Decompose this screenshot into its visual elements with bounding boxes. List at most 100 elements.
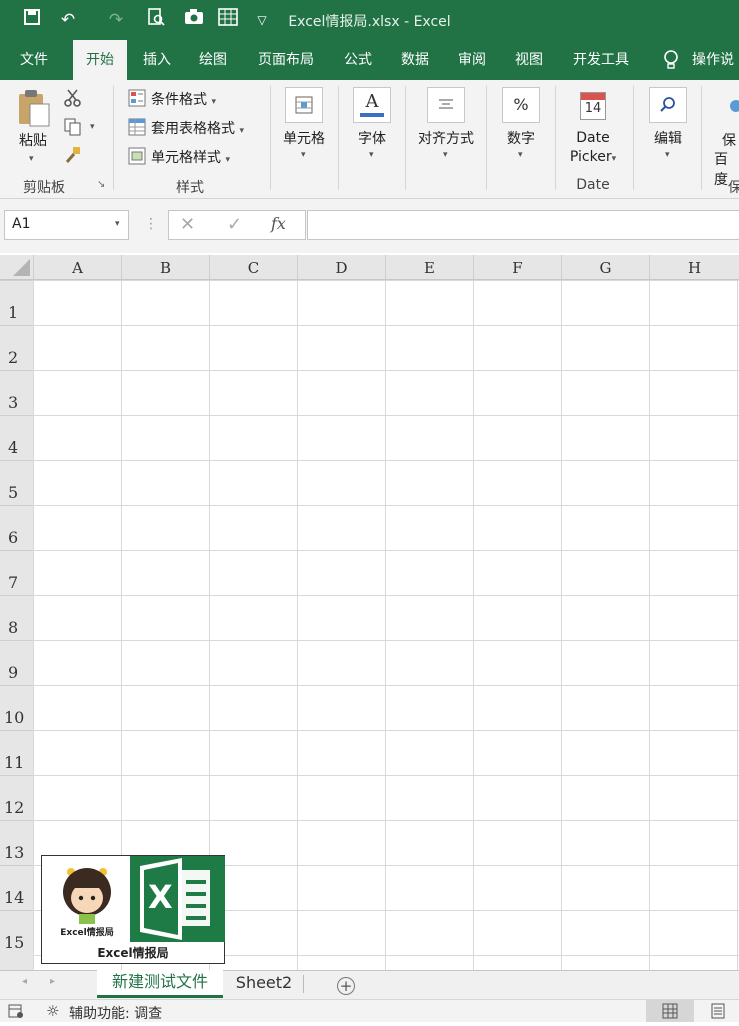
number-button[interactable]: 数字 xyxy=(497,128,545,148)
print-preview-icon[interactable] xyxy=(144,8,168,32)
number-format-icon[interactable]: % xyxy=(502,87,540,123)
alignment-icon[interactable] xyxy=(427,87,465,123)
calendar-icon[interactable]: 14 xyxy=(580,92,606,120)
row-header-12[interactable]: 12 xyxy=(0,775,33,820)
paste-dropdown-icon[interactable]: ▾ xyxy=(29,154,34,164)
alignment-button[interactable]: 对齐方式 xyxy=(412,128,480,148)
group-divider xyxy=(405,86,406,190)
customize-toolbar-icon[interactable]: ▽ xyxy=(250,8,274,32)
sheet-tab-active[interactable]: 新建测试文件 xyxy=(97,970,223,998)
row-header-3[interactable]: 3 xyxy=(0,370,33,415)
row-header-7[interactable]: 7 xyxy=(0,550,33,595)
row-header-15[interactable]: 15 xyxy=(0,910,33,970)
tab-home[interactable]: 开始 xyxy=(73,40,127,80)
conditional-format-icon xyxy=(128,89,148,107)
accessibility-status[interactable]: 辅助功能: 调查 xyxy=(69,1003,162,1023)
undo-icon[interactable]: ↶ xyxy=(56,8,80,32)
copy-dropdown-icon[interactable]: ▾ xyxy=(90,122,95,132)
cells-dropdown-icon[interactable]: ▾ xyxy=(301,150,306,160)
logo-caption: Excel情报局 xyxy=(97,946,169,960)
cancel-icon[interactable]: ✕ xyxy=(180,214,195,235)
row-header-6[interactable]: 6 xyxy=(0,505,33,550)
tab-draw[interactable]: 绘图 xyxy=(188,40,238,80)
tab-developer[interactable]: 开发工具 xyxy=(562,40,640,80)
date-picker-line1[interactable]: Date xyxy=(562,130,624,146)
scissors-icon[interactable] xyxy=(63,88,83,108)
cloud-save-icon[interactable] xyxy=(726,94,739,118)
row-header-13[interactable]: 13 xyxy=(0,820,33,865)
font-button[interactable]: 字体 xyxy=(348,128,396,148)
row-header-4[interactable]: 4 xyxy=(0,415,33,460)
row-header-14[interactable]: 14 xyxy=(0,865,33,910)
formula-controls: ✕ ✓ fx xyxy=(168,210,306,240)
insert-function-icon[interactable]: fx xyxy=(271,214,286,233)
cells-icon[interactable] xyxy=(285,87,323,123)
date-picker-button[interactable]: Picker▾ xyxy=(562,149,624,165)
redo-icon[interactable]: ↷ xyxy=(104,8,128,32)
normal-view-icon[interactable] xyxy=(646,1000,694,1022)
format-painter-icon[interactable] xyxy=(63,145,83,165)
save-icon[interactable] xyxy=(20,8,44,32)
editing-button[interactable]: 编辑 xyxy=(644,128,692,148)
row-header-5[interactable]: 5 xyxy=(0,460,33,505)
alignment-dropdown-icon[interactable]: ▾ xyxy=(443,150,448,160)
tab-page-layout[interactable]: 页面布局 xyxy=(248,40,324,80)
tell-me-search[interactable]: 操作说 xyxy=(692,40,739,80)
add-sheet-icon[interactable]: + xyxy=(337,977,355,995)
column-header-f[interactable]: F xyxy=(473,255,561,279)
lightbulb-icon[interactable] xyxy=(660,40,682,80)
extra-line1[interactable]: 保 xyxy=(722,130,736,150)
row-header-1[interactable]: 1 xyxy=(0,280,33,325)
accessibility-icon[interactable]: ☼ xyxy=(46,1002,59,1020)
cell-styles-button[interactable]: 单元格样式 ▾ xyxy=(151,147,230,167)
formula-input[interactable] xyxy=(307,210,739,240)
ribbon-home: 粘贴 ▾ ▾ 剪贴板 ↘ 条件格式 ▾ 套用表格格式 ▾ 单元格样式 ▾ 样式 … xyxy=(0,80,739,199)
column-header-d[interactable]: D xyxy=(297,255,385,279)
column-header-e[interactable]: E xyxy=(385,255,473,279)
camera-icon[interactable] xyxy=(182,8,206,32)
search-icon[interactable] xyxy=(649,87,687,123)
tab-data[interactable]: 数据 xyxy=(390,40,440,80)
select-all-corner[interactable] xyxy=(0,255,33,279)
table-grid-icon[interactable] xyxy=(216,8,240,32)
conditional-format-button[interactable]: 条件格式 ▾ xyxy=(151,89,216,109)
macro-record-icon[interactable] xyxy=(8,1003,24,1023)
tab-review[interactable]: 审阅 xyxy=(447,40,497,80)
group-divider xyxy=(486,86,487,190)
column-header-g[interactable]: G xyxy=(561,255,649,279)
font-icon[interactable]: A xyxy=(353,87,391,123)
paste-button[interactable]: 粘贴 xyxy=(12,130,54,150)
tab-view[interactable]: 视图 xyxy=(504,40,554,80)
styles-group-label: 样式 xyxy=(176,180,204,196)
page-layout-view-icon[interactable] xyxy=(710,1003,726,1023)
row-header-2[interactable]: 2 xyxy=(0,325,33,370)
column-header-h[interactable]: H xyxy=(649,255,739,279)
calendar-day: 14 xyxy=(584,101,602,116)
row-header-8[interactable]: 8 xyxy=(0,595,33,640)
sheet-tab[interactable]: Sheet2 xyxy=(228,971,300,997)
row-header-10[interactable]: 10 xyxy=(0,685,33,730)
next-sheet-icon[interactable]: ▸ xyxy=(50,976,55,987)
tab-file[interactable]: 文件 xyxy=(8,40,60,80)
column-header-a[interactable]: A xyxy=(33,255,121,279)
paste-icon[interactable] xyxy=(16,88,52,128)
clipboard-launcher-icon[interactable]: ↘ xyxy=(97,179,105,190)
enter-icon[interactable]: ✓ xyxy=(227,214,242,235)
copy-icon[interactable] xyxy=(63,117,83,137)
cells-button[interactable]: 单元格 xyxy=(275,128,333,148)
group-divider xyxy=(113,86,114,190)
column-header-b[interactable]: B xyxy=(121,255,209,279)
name-box[interactable]: A1 ▾ xyxy=(4,210,129,240)
prev-sheet-icon[interactable]: ◂ xyxy=(22,976,27,987)
tab-insert[interactable]: 插入 xyxy=(132,40,182,80)
font-dropdown-icon[interactable]: ▾ xyxy=(369,150,374,160)
tab-formulas[interactable]: 公式 xyxy=(334,40,382,80)
name-box-dropdown-icon[interactable]: ▾ xyxy=(115,219,120,229)
editing-dropdown-icon[interactable]: ▾ xyxy=(665,150,670,160)
row-header-11[interactable]: 11 xyxy=(0,730,33,775)
format-as-table-button[interactable]: 套用表格格式 ▾ xyxy=(151,118,244,138)
column-header-c[interactable]: C xyxy=(209,255,297,279)
excel-logo-picture[interactable]: Excel情报局 X Excel情报局 xyxy=(41,855,225,964)
number-dropdown-icon[interactable]: ▾ xyxy=(518,150,523,160)
row-header-9[interactable]: 9 xyxy=(0,640,33,685)
